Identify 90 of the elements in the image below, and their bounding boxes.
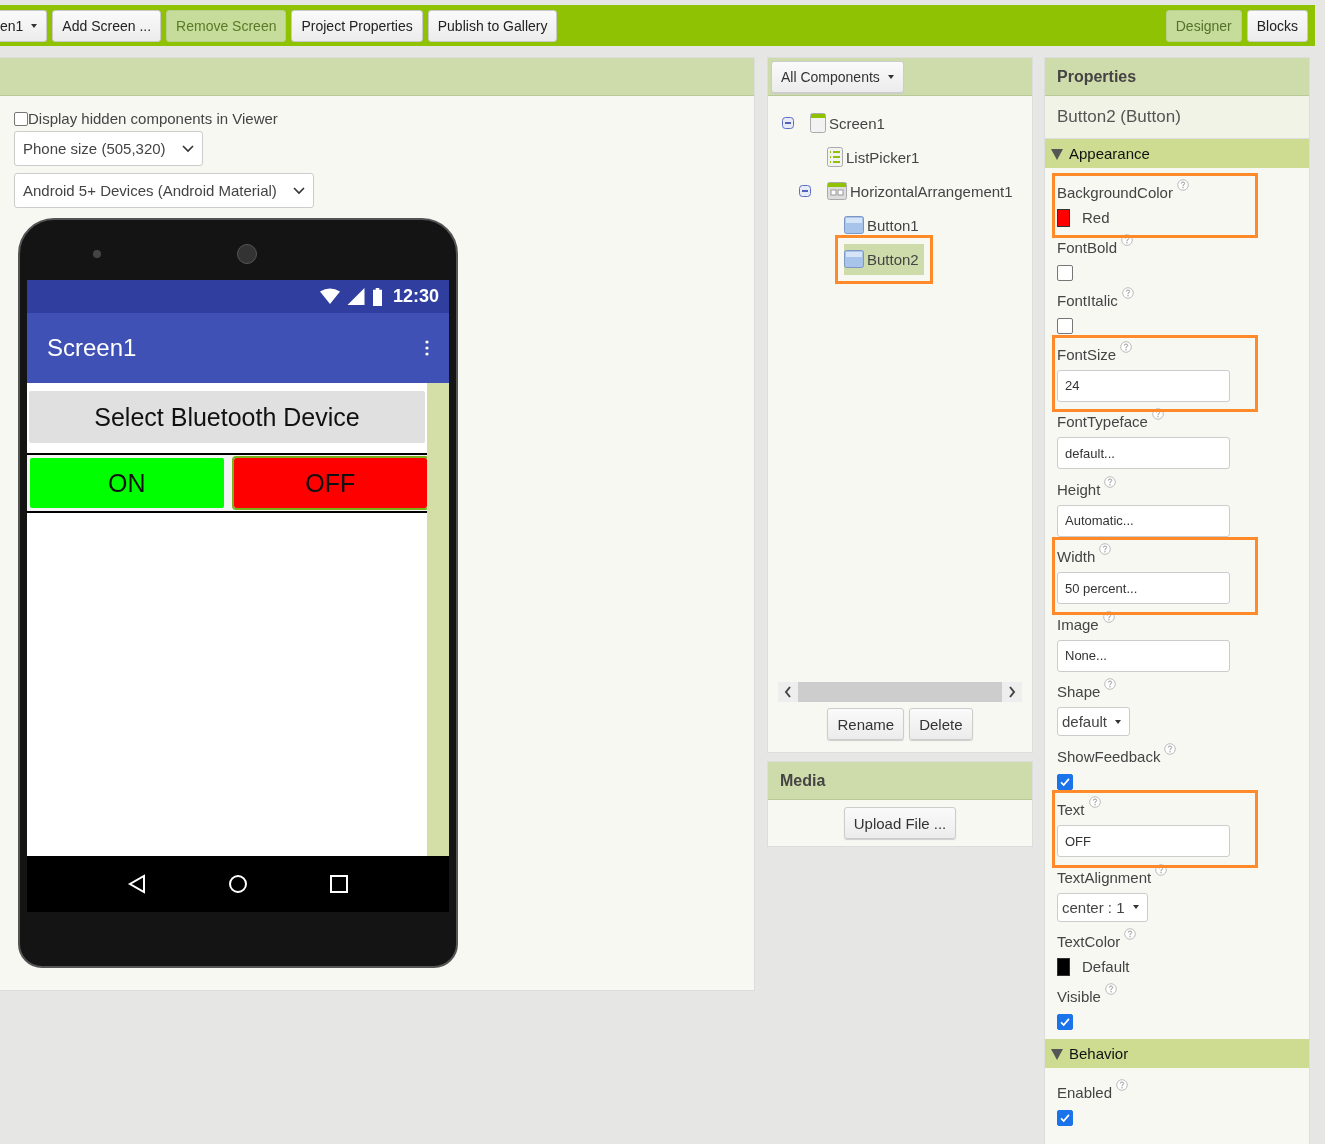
tree-item[interactable]: Button1 [844,209,924,241]
wifi-icon [319,288,340,305]
components-filter[interactable]: All Components [771,60,904,93]
property-field[interactable]: 24 [1057,369,1230,402]
property-label: BackgroundColor [1057,184,1173,201]
tree-item[interactable]: HorizontalArrangement1 [827,175,1018,207]
button-icon [844,216,864,234]
view-tab[interactable]: Blocks [1246,9,1308,42]
camera-icon [93,250,101,258]
property-label: FontSize [1057,345,1117,363]
signal-icon [345,288,366,305]
property-label: Height [1057,480,1101,498]
chevron-icon [292,186,305,195]
help-icon[interactable] [1121,233,1134,246]
color-value[interactable]: Default [1082,958,1130,975]
caret-icon [1115,719,1122,724]
speaker-icon [237,244,257,264]
help-icon[interactable] [1102,610,1115,623]
property-label: Shape [1057,683,1101,700]
component-button[interactable]: Rename [827,708,905,740]
checkbox[interactable] [1057,773,1073,790]
color-value[interactable]: Red [1082,209,1110,226]
property-label: TextAlignment [1057,868,1152,886]
panel-title: Media [779,771,826,790]
help-icon[interactable] [1155,863,1168,876]
property-dropdown[interactable]: default [1057,707,1131,736]
property-label: ShowFeedback [1057,747,1161,765]
checkbox[interactable] [14,111,28,126]
recents-icon[interactable] [328,874,349,894]
property-label: Visible [1057,987,1101,1005]
property-label: Width [1057,548,1096,565]
section-header[interactable]: Appearance [1045,139,1309,168]
toolbar-button[interactable]: Publish to Gallery [427,9,558,42]
property-label: FontTypeface [1057,413,1148,430]
toolbar-button[interactable]: Project Properties [291,9,423,42]
tree-item[interactable]: ListPicker1 [827,141,925,173]
home-icon[interactable] [228,874,248,894]
screen-dropdown[interactable]: en1 [0,9,48,42]
property-field[interactable]: default... [1057,437,1230,469]
screen-icon [810,113,826,133]
color-swatch[interactable] [1057,957,1070,976]
list-icon [827,147,843,167]
collapse-icon[interactable] [799,185,811,197]
property-dropdown[interactable]: center : 1 [1057,892,1148,922]
more-icon[interactable] [425,340,429,356]
view-tab[interactable]: Designer [1165,9,1242,42]
horizontal-scrollbar[interactable] [778,682,1022,702]
collapse-icon[interactable] [782,117,794,129]
section-title: Appearance [1069,145,1150,162]
app-button[interactable]: ON [30,458,224,508]
property-field[interactable]: Automatic... [1057,504,1230,537]
caret-icon [1132,905,1139,909]
checkbox[interactable] [1057,318,1073,334]
color-swatch[interactable] [1057,208,1070,227]
checkbox[interactable] [1057,1013,1073,1030]
button-icon [844,250,864,268]
caret-icon [887,74,894,79]
checkbox[interactable] [1057,1110,1073,1126]
select-field[interactable]: Android 5+ Devices (Android Material) [14,173,314,208]
property-label: FontItalic [1057,292,1118,309]
section-title: Behavior [1069,1045,1129,1062]
clock: 12:30 [392,286,439,307]
help-icon[interactable] [1151,408,1164,420]
section-header[interactable]: Behavior [1045,1039,1309,1068]
chevron-icon [181,144,194,153]
upload-button[interactable]: Upload File ... [843,807,957,839]
tree-item[interactable]: Screen1 [810,107,890,139]
property-field[interactable]: OFF [1057,825,1230,857]
app-title: Screen1 [47,334,137,362]
tree-item[interactable]: Button2 [844,243,924,275]
property-field[interactable]: None... [1057,639,1230,672]
component-name: Button2 (Button) [1057,107,1181,127]
caret-icon [31,23,38,28]
back-icon[interactable] [127,874,148,894]
panel-title: Properties [1056,67,1137,86]
property-label: Text [1057,801,1085,818]
property-label: FontBold [1057,238,1118,256]
property-label: Enabled [1057,1084,1113,1101]
checkbox-label: Display hidden components in Viewer [28,110,278,127]
app-button[interactable]: Select Bluetooth Device [29,391,425,443]
component-button[interactable]: Delete [909,708,973,740]
arrangement-icon [827,182,847,200]
toolbar-button[interactable]: Add Screen ... [52,9,162,42]
property-label: Image [1057,615,1099,633]
battery-icon [371,287,383,306]
property-field[interactable]: 50 percent... [1057,572,1230,604]
property-label: TextColor [1057,933,1121,950]
app-button[interactable]: OFF [233,458,427,508]
checkbox[interactable] [1057,264,1073,281]
select-field[interactable]: Phone size (505,320) [14,131,203,166]
